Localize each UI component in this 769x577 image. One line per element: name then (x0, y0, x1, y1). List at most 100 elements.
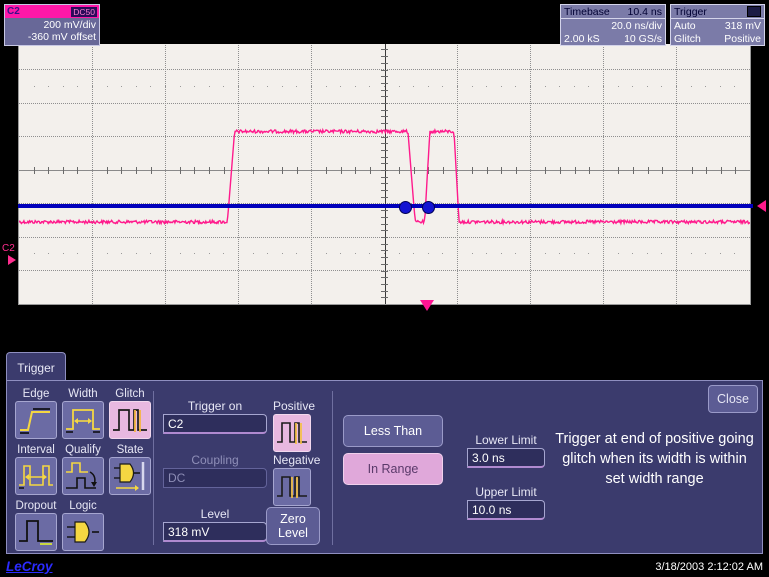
minor-dot (603, 253, 604, 254)
trigger-type-qualify-label: Qualify (62, 443, 104, 457)
minor-dot (720, 86, 721, 87)
trigger-type-interval-label: Interval (15, 443, 57, 457)
lecroy-logo[interactable]: LeCroy (6, 559, 53, 574)
logic-icon[interactable] (62, 513, 104, 551)
minor-dot (296, 253, 297, 254)
trigger-position-marker-icon[interactable] (420, 300, 434, 311)
minor-dot (691, 86, 692, 87)
minor-dot (136, 253, 137, 254)
trigger-type-edge[interactable]: Edge (15, 387, 57, 439)
trigger-on-value: C2 (168, 417, 183, 431)
level-field[interactable]: Level 318 mV (163, 507, 267, 542)
graticule[interactable] (18, 35, 751, 305)
minor-dot (238, 86, 239, 87)
minor-dot (150, 86, 151, 87)
dialog-tab-trigger[interactable]: Trigger (6, 352, 66, 383)
minor-dot (311, 86, 312, 87)
trigger-type-interval[interactable]: Interval (15, 443, 57, 495)
trigger-description: Trigger at end of positive going glitch … (552, 429, 757, 489)
trigger-level-arrow-icon[interactable] (757, 200, 766, 212)
channel-trace-label: C2 (2, 243, 15, 254)
trigger-descriptor[interactable]: Trigger Auto 318 mV Glitch Positive (670, 4, 765, 46)
trigger-slope-icon (747, 6, 761, 17)
close-button[interactable]: Close (708, 385, 758, 413)
trigger-on-field[interactable]: Trigger on C2 (163, 399, 267, 434)
trigger-type-qualify[interactable]: Qualify (62, 443, 104, 495)
minor-dot (428, 253, 429, 254)
positive-glitch-icon[interactable] (273, 414, 311, 452)
coupling-label: Coupling (163, 453, 267, 468)
minor-dot (209, 86, 210, 87)
minor-dot (340, 86, 341, 87)
level-label: Level (163, 507, 267, 522)
minor-dot (428, 86, 429, 87)
width-icon[interactable] (62, 401, 104, 439)
minor-dot (296, 86, 297, 87)
trigger-type-dropout[interactable]: Dropout (15, 499, 57, 551)
polarity-negative[interactable]: Negative (273, 453, 311, 506)
minor-dot (676, 253, 677, 254)
interval-icon[interactable] (15, 457, 57, 495)
dialog-tab-label: Trigger (17, 361, 55, 375)
negative-glitch-icon[interactable] (273, 468, 311, 506)
trigger-level-line[interactable] (18, 204, 753, 208)
minor-dot (253, 86, 254, 87)
trigger-mode: Auto (674, 20, 696, 32)
coupling-input: DC (163, 468, 267, 488)
state-icon[interactable] (109, 457, 151, 495)
upper-limit-input[interactable]: 10.0 ns (467, 500, 545, 520)
cursor-marker-left[interactable] (399, 201, 412, 214)
upper-limit-field[interactable]: Upper Limit 10.0 ns (467, 485, 545, 520)
minor-dot (676, 86, 677, 87)
channel-offset-arrow-icon[interactable] (8, 255, 16, 265)
timebase-title: Timebase (564, 6, 610, 18)
trigger-type-logic[interactable]: Logic (62, 499, 104, 551)
qualify-icon[interactable] (62, 457, 104, 495)
lower-limit-field[interactable]: Lower Limit 3.0 ns (467, 433, 545, 468)
lower-limit-input[interactable]: 3.0 ns (467, 448, 545, 468)
glitch-icon[interactable] (109, 401, 151, 439)
minor-dot (661, 86, 662, 87)
less-than-label: Less Than (364, 424, 422, 438)
dropout-icon[interactable] (15, 513, 57, 551)
minor-dot (705, 253, 706, 254)
minor-dot (165, 253, 166, 254)
trigger-type-glitch[interactable]: Glitch (109, 387, 151, 439)
trigger-on-input[interactable]: C2 (163, 414, 267, 434)
minor-dot (63, 86, 64, 87)
panel-divider (153, 391, 154, 545)
less-than-button[interactable]: Less Than (343, 415, 443, 447)
trigger-type: Glitch (674, 33, 701, 45)
trigger-level-value: 318 mV (725, 20, 761, 32)
minor-dot (530, 86, 531, 87)
edge-icon[interactable] (15, 401, 57, 439)
trigger-type-width[interactable]: Width (62, 387, 104, 439)
zero-level-button[interactable]: Zero Level (266, 507, 320, 545)
waveform-display-area[interactable]: C2 (0, 33, 769, 308)
minor-dot (355, 253, 356, 254)
timestamp: 3/18/2003 2:12:02 AM (655, 561, 763, 573)
in-range-button[interactable]: In Range (343, 453, 443, 485)
cursor-marker-right[interactable] (422, 201, 435, 214)
timebase-row-2: 2.00 kS 10 GS/s (561, 32, 665, 45)
waveform-trace-c2 (19, 36, 750, 304)
channel-name: C2 (7, 6, 20, 17)
channel-coupling-badge[interactable]: DC50 (71, 7, 97, 17)
minor-dot (559, 86, 560, 87)
trigger-type-state[interactable]: State (109, 443, 151, 495)
minor-dot (720, 253, 721, 254)
trigger-descriptor-header: Trigger (671, 5, 764, 19)
trigger-slope: Positive (724, 33, 761, 45)
polarity-positive[interactable]: Positive (273, 399, 311, 452)
timebase-descriptor[interactable]: Timebase 10.4 ns 20.0 ns/div 2.00 kS 10 … (560, 4, 666, 46)
minor-dot (355, 86, 356, 87)
minor-dot (34, 86, 35, 87)
minor-dot (180, 253, 181, 254)
trigger-row-1: Auto 318 mV (671, 19, 764, 32)
minor-dot (632, 253, 633, 254)
zero-level-line2: Level (278, 526, 308, 540)
channel-descriptor-c2[interactable]: C2 DC50 200 mV/div -360 mV offset (4, 4, 100, 46)
minor-dot (63, 253, 64, 254)
level-input[interactable]: 318 mV (163, 522, 267, 542)
trigger-type-glitch-label: Glitch (109, 387, 151, 401)
